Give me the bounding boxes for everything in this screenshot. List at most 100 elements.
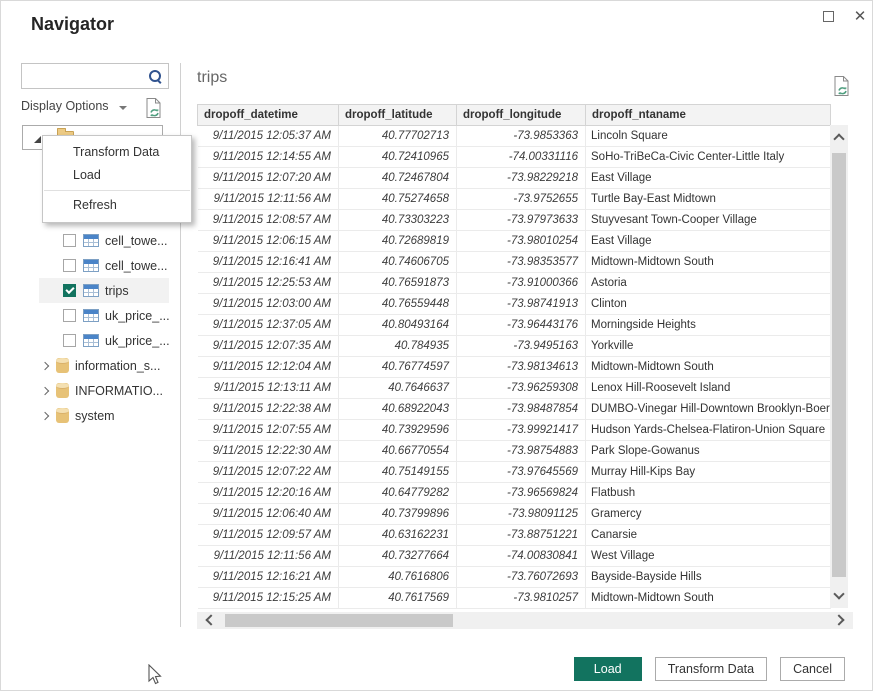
table-cell: 9/11/2015 12:15:25 AM [198, 588, 339, 609]
table-cell: -73.97645569 [457, 462, 586, 483]
table-cell: 40.75274658 [339, 189, 457, 210]
table-cell: -73.98091125 [457, 504, 586, 525]
tree-item-trips[interactable]: trips [39, 278, 169, 303]
column-header-dropoff_latitude[interactable]: dropoff_latitude [339, 105, 457, 126]
table-cell: East Village [586, 231, 831, 252]
table-row: 9/11/2015 12:22:30 AM40.66770554-73.9875… [198, 441, 831, 462]
table-cell: 9/11/2015 12:07:55 AM [198, 420, 339, 441]
table-cell: -73.76072693 [457, 567, 586, 588]
checkbox-unchecked[interactable] [63, 234, 76, 247]
checkbox-unchecked[interactable] [63, 334, 76, 347]
refresh-table-icon[interactable] [832, 75, 851, 98]
table-cell: 40.76591873 [339, 273, 457, 294]
table-row: 9/11/2015 12:22:38 AM40.68922043-73.9848… [198, 399, 831, 420]
table-cell: SoHo-TriBeCa-Civic Center-Little Italy [586, 147, 831, 168]
close-button[interactable]: ✕ [849, 6, 871, 26]
load-button[interactable]: Load [574, 657, 642, 681]
horizontal-scrollbar-thumb[interactable] [225, 614, 453, 627]
scroll-right-icon[interactable] [833, 614, 844, 625]
table-cell: Lenox Hill-Roosevelt Island [586, 378, 831, 399]
table-cell: -73.91000366 [457, 273, 586, 294]
column-header-dropoff_ntaname[interactable]: dropoff_ntaname [586, 105, 831, 126]
table-cell: Lincoln Square [586, 126, 831, 147]
cancel-button[interactable]: Cancel [780, 657, 845, 681]
table-row: 9/11/2015 12:14:55 AM40.72410965-74.0033… [198, 147, 831, 168]
refresh-preview-icon[interactable] [144, 97, 163, 120]
expand-arrow-icon[interactable] [41, 386, 49, 394]
scroll-left-icon[interactable] [205, 614, 216, 625]
tree-item-label: trips [105, 284, 129, 298]
table-cell: Midtown-Midtown South [586, 252, 831, 273]
chevron-down-icon [119, 106, 127, 110]
table-cell: 9/11/2015 12:03:00 AM [198, 294, 339, 315]
table-cell: -73.98741913 [457, 294, 586, 315]
database-icon [56, 408, 69, 423]
tree-item-cell-towe[interactable]: cell_towe... [39, 228, 169, 253]
horizontal-scrollbar[interactable] [197, 612, 853, 629]
table-cell: -73.9810257 [457, 588, 586, 609]
table-cell: -73.9853363 [457, 126, 586, 147]
database-icon [56, 358, 69, 373]
table-cell: Park Slope-Gowanus [586, 441, 831, 462]
preview-title: trips [197, 69, 227, 87]
table-cell: 9/11/2015 12:16:21 AM [198, 567, 339, 588]
checkbox-checked[interactable] [63, 284, 76, 297]
table-cell: DUMBO-Vinegar Hill-Downtown Brooklyn-Boe… [586, 399, 831, 420]
tree-item-system[interactable]: system [39, 403, 169, 428]
scroll-down-icon[interactable] [833, 588, 844, 599]
menu-item-load[interactable]: Load [43, 164, 191, 187]
table-cell: 40.63162231 [339, 525, 457, 546]
column-header-dropoff_longitude[interactable]: dropoff_longitude [457, 105, 586, 126]
vertical-scrollbar[interactable] [830, 125, 848, 608]
table-row: 9/11/2015 12:07:35 AM40.784935-73.949516… [198, 336, 831, 357]
table-row: 9/11/2015 12:07:22 AM40.75149155-73.9764… [198, 462, 831, 483]
table-cell: Astoria [586, 273, 831, 294]
display-options-label: Display Options [21, 99, 109, 113]
table-cell: -73.98134613 [457, 357, 586, 378]
table-cell: 40.76559448 [339, 294, 457, 315]
table-cell: 9/11/2015 12:06:40 AM [198, 504, 339, 525]
table-cell: Turtle Bay-East Midtown [586, 189, 831, 210]
table-cell: 40.64779282 [339, 483, 457, 504]
tree-item-informatio[interactable]: INFORMATIO... [39, 378, 169, 403]
table-row: 9/11/2015 12:11:56 AM40.75274658-73.9752… [198, 189, 831, 210]
expand-arrow-icon[interactable] [41, 361, 49, 369]
column-header-dropoff_datetime[interactable]: dropoff_datetime [198, 105, 339, 126]
database-icon [56, 383, 69, 398]
table-cell: 40.7617569 [339, 588, 457, 609]
scroll-up-icon[interactable] [833, 133, 844, 144]
table-icon [83, 234, 99, 247]
checkbox-unchecked[interactable] [63, 259, 76, 272]
table-cell: -73.97973633 [457, 210, 586, 231]
navigator-dialog: { "dialog": { "title": "Navigator" }, "w… [0, 0, 873, 691]
tree-item-information-s[interactable]: information_s... [39, 353, 169, 378]
table-cell: 40.75149155 [339, 462, 457, 483]
expand-arrow-icon[interactable] [34, 136, 41, 143]
table-cell: Yorkville [586, 336, 831, 357]
tree-item-label: cell_towe... [105, 259, 168, 273]
search-icon[interactable] [148, 69, 162, 83]
tree-item-cell-towe[interactable]: cell_towe... [39, 253, 169, 278]
table-cell: 40.7616806 [339, 567, 457, 588]
menu-item-refresh[interactable]: Refresh [43, 194, 191, 217]
maximize-button[interactable] [817, 6, 839, 26]
tree-item-uk-price[interactable]: uk_price_... [39, 303, 169, 328]
search-input[interactable] [26, 65, 144, 87]
table-cell: Morningside Heights [586, 315, 831, 336]
page-title: Navigator [31, 14, 114, 35]
vertical-scrollbar-thumb[interactable] [832, 153, 846, 577]
checkbox-unchecked[interactable] [63, 309, 76, 322]
tree-item-uk-price[interactable]: uk_price_... [39, 328, 169, 353]
menu-item-transform-data[interactable]: Transform Data [43, 141, 191, 164]
table-row: 9/11/2015 12:03:00 AM40.76559448-73.9874… [198, 294, 831, 315]
transform-data-button[interactable]: Transform Data [655, 657, 767, 681]
table-icon [83, 309, 99, 322]
context-menu: Transform DataLoad Refresh [42, 135, 192, 223]
expand-arrow-icon[interactable] [41, 411, 49, 419]
table-cell: 9/11/2015 12:11:56 AM [198, 189, 339, 210]
table-cell: 40.74606705 [339, 252, 457, 273]
table-cell: -73.98487854 [457, 399, 586, 420]
mouse-cursor [146, 664, 162, 686]
table-cell: 40.80493164 [339, 315, 457, 336]
table-cell: Clinton [586, 294, 831, 315]
